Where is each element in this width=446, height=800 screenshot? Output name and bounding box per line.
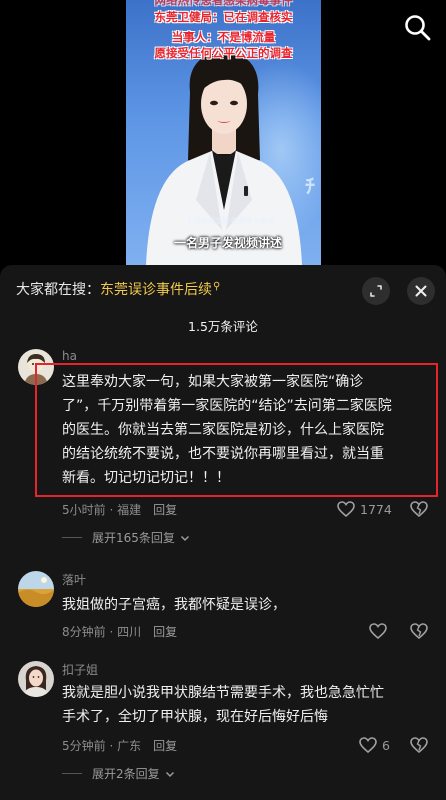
comment-line: 我就是胆小说我甲状腺结节需要手术，我也急急忙忙 [62, 685, 384, 701]
comment-line: 的结论统统不要说，也不要说你再哪里看过，就当重 [62, 446, 384, 462]
trending-label: 大家都在搜： [16, 282, 100, 298]
like-button[interactable] [368, 621, 388, 641]
broken-heart-icon [410, 737, 428, 754]
avatar-image [18, 661, 54, 697]
trending-search-bar[interactable]: 大家都在搜：东莞误诊事件后续⚲ [16, 279, 220, 299]
comment-meta: 5小时前 · 福建 回复 [62, 501, 177, 518]
broken-heart-icon [410, 501, 428, 518]
comment-count: 1.5万条评论 [188, 319, 258, 334]
comment-meta: 5分钟前 · 广东 回复 [62, 737, 177, 754]
comment-sheet: 大家都在搜：东莞误诊事件后续⚲ 1.5万条评论 ha 这里奉劝大家一句，如果大家… [0, 265, 446, 800]
search-icon [405, 15, 431, 41]
chevron-down-icon [165, 771, 174, 777]
avatar[interactable] [18, 571, 54, 607]
like-button[interactable]: 1774 [336, 499, 392, 519]
comment-text: 我姐做的子宫癌，我都怀疑是误诊， [62, 593, 286, 617]
expand-button[interactable] [362, 277, 390, 305]
like-count: 6 [382, 737, 390, 753]
avatar-image [18, 349, 54, 385]
comment-username[interactable]: ha [62, 349, 77, 363]
avatar-image [18, 571, 54, 607]
close-button[interactable] [407, 277, 435, 305]
video-player[interactable]: ﾁ 网络热传患者感染病毒事件 东莞卫健局：已在调查核实 当事人：不是博流量 愿接… [0, 0, 446, 265]
headline-line-0: 网络热传患者感染病毒事件 [154, 0, 293, 7]
comment-time-location: 5分钟前 · 广东 [62, 739, 142, 753]
expand-replies-label: 展开165条回复 [92, 531, 175, 545]
video-subtitle: 一名男子发视频讲述 [173, 236, 282, 250]
comment-line: 这里奉劝大家一句，如果大家被第一家医院“确诊 [62, 374, 364, 390]
avatar[interactable] [18, 661, 54, 697]
comment-username[interactable]: 扣子姐 [62, 661, 98, 678]
comment-line: 新看。切记切记切记！！！ [62, 470, 230, 486]
heart-icon [369, 623, 387, 640]
dislike-button[interactable] [409, 621, 429, 641]
search-mini-icon: ⚲ [213, 281, 221, 292]
headline-line-3: 愿接受任何公平公正的调查 [154, 46, 293, 60]
headline-line-2: 当事人：不是博流量 [171, 30, 276, 44]
like-button[interactable]: 6 [358, 735, 390, 755]
divider [62, 537, 82, 538]
comment-time-location: 8分钟前 · 四川 [62, 625, 142, 639]
comment-time-location: 5小时前 · 福建 [62, 503, 142, 517]
broken-heart-icon [410, 623, 428, 640]
reply-button[interactable]: 回复 [153, 739, 177, 753]
chevron-down-icon [180, 535, 189, 541]
comment-text: 我就是胆小说我甲状腺结节需要手术，我也急急忙忙 手术了，全切了甲状腺，现在好后悔… [62, 681, 384, 729]
heart-icon [359, 737, 377, 754]
reply-button[interactable]: 回复 [153, 503, 177, 517]
comment-text: 这里奉劝大家一句，如果大家被第一家医院“确诊 了”，千万别带着第一家医院的“结论… [62, 370, 392, 490]
close-icon [415, 285, 427, 297]
comment-username[interactable]: 落叶 [62, 571, 86, 588]
dislike-button[interactable] [409, 735, 429, 755]
video-frame: ﾁ 网络热传患者感染病毒事件 东莞卫健局：已在调查核实 当事人：不是博流量 愿接… [126, 0, 321, 265]
anchor-caption: 东莞新闻主播 陈茜萍 AI新闻 [186, 217, 276, 225]
expand-replies-label: 展开2条回复 [92, 767, 160, 781]
avatar[interactable] [18, 349, 54, 385]
reply-button[interactable]: 回复 [153, 625, 177, 639]
headline-line-1: 东莞卫健局：已在调查核实 [154, 10, 293, 24]
expand-replies-button[interactable]: 展开2条回复 [62, 765, 176, 782]
comment-line: 我姐做的子宫癌，我都怀疑是误诊， [62, 597, 286, 613]
comment-line: 的医生。你就当去第二家医院是初诊，什么上家医院 [62, 422, 384, 438]
heart-icon [337, 501, 355, 518]
divider [62, 773, 82, 774]
comment-meta: 8分钟前 · 四川 回复 [62, 623, 177, 640]
search-button[interactable] [402, 12, 434, 44]
expand-replies-button[interactable]: 展开165条回复 [62, 529, 191, 546]
like-count: 1774 [360, 501, 392, 517]
comment-line: 了”，千万别带着第一家医院的“结论”去问第二家医院 [62, 398, 392, 414]
dislike-button[interactable] [409, 499, 429, 519]
trending-link[interactable]: 东莞误诊事件后续 [100, 282, 212, 298]
comment-line: 手术了，全切了甲状腺，现在好后悔好后悔 [62, 709, 328, 725]
expand-icon [370, 285, 382, 297]
